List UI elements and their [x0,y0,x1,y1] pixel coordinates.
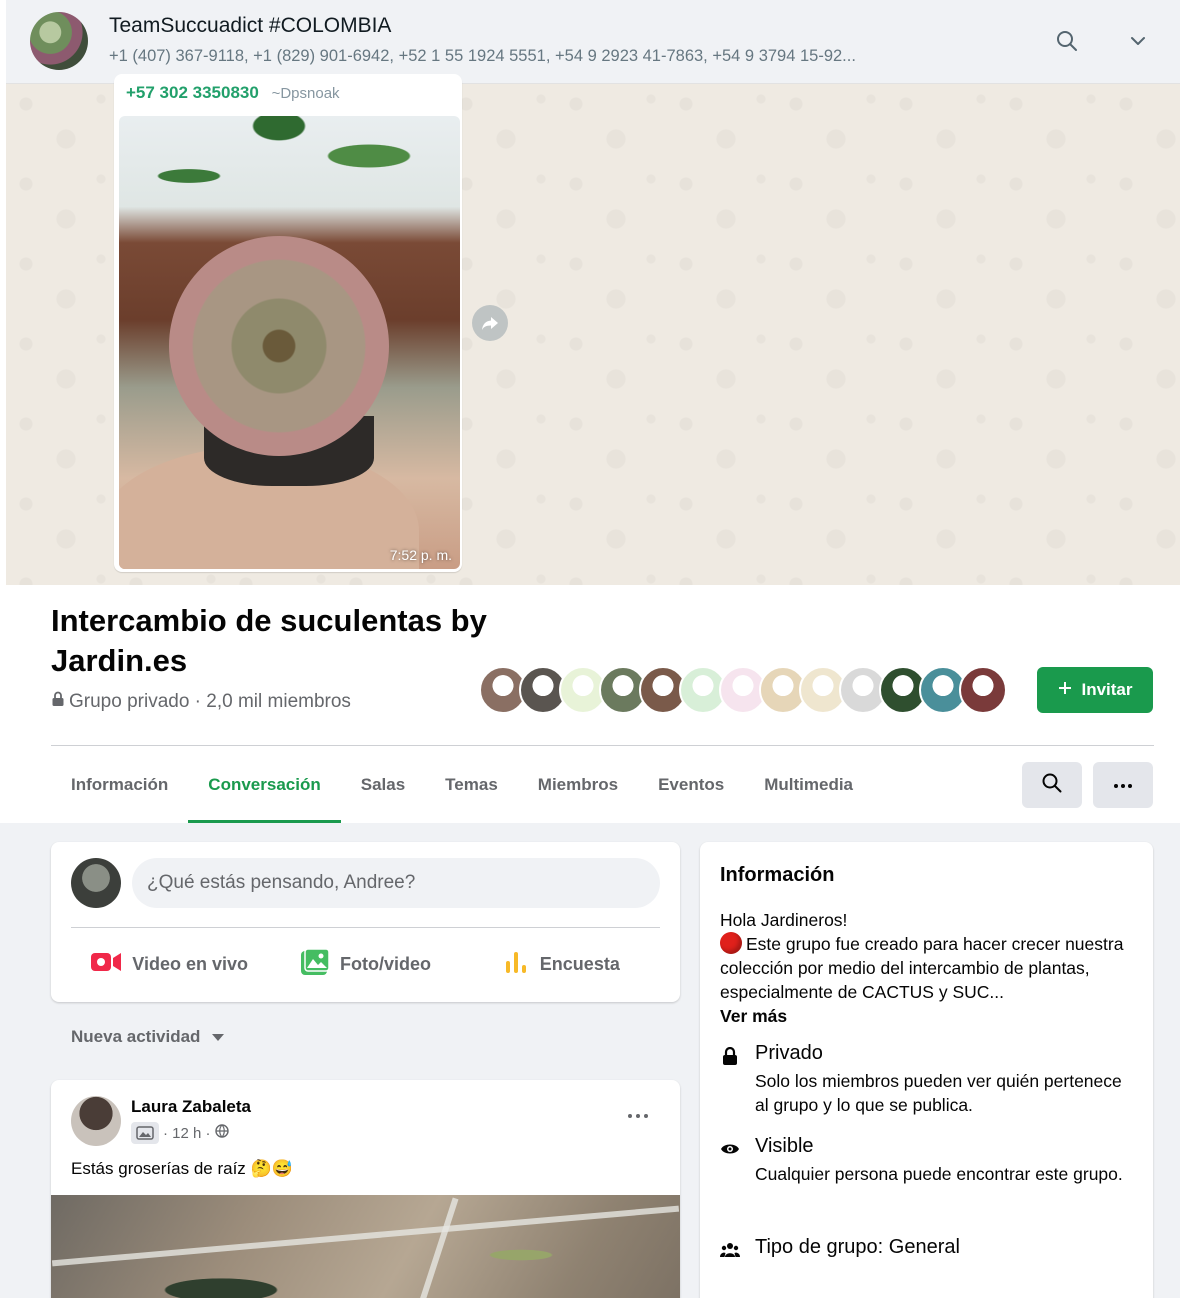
composer-input[interactable]: ¿Qué estás pensando, Andree? [132,858,660,908]
see-more-link[interactable]: Ver más [720,1004,1140,1028]
search-button[interactable] [1022,762,1082,808]
post-time[interactable]: · 12 h · [163,1125,211,1142]
post-author-avatar[interactable] [71,1096,121,1146]
visible-description: Cualquier persona puede encontrar este g… [755,1164,1123,1184]
photo-video-button[interactable]: Foto/video [267,938,463,990]
search-icon[interactable] [1052,26,1082,56]
member-avatars[interactable] [479,666,1007,714]
people-icon [720,1240,740,1260]
group-tabs: Información Conversación Salas Temas Miembro… [51,746,873,823]
audience-globe-icon [214,1124,229,1142]
group-avatar[interactable] [30,12,88,70]
group-header: Intercambio de suculentas by Jardin.es G… [0,585,1180,823]
private-description: Solo los miembros pueden ver quién perte… [755,1071,1122,1115]
group-type-info: Tipo de grupo: General [720,1236,1140,1259]
about-text: Este grupo fue creado para hacer crecer … [720,934,1124,1002]
visible-title: Visible [755,1135,814,1157]
group-privacy-meta: Grupo privado · 2,0 mil miembros [51,691,351,713]
photo-video-label: Foto/video [339,953,431,974]
more-options-button[interactable] [1093,762,1153,808]
post-text: Estás groserías de raíz 🤔😅 [71,1159,293,1178]
participants-list: +1 (407) 367-9118, +1 (829) 901-6942, +5… [109,47,856,65]
message-sender: +57 302 3350830 ~Dpsnoak [126,83,340,103]
chat-header[interactable]: TeamSuccuadict #COLOMBIA +1 (407) 367-91… [6,0,1180,84]
poll-label: Encuesta [539,953,620,974]
search-icon [1041,772,1063,799]
image-grout-line [51,1205,680,1267]
message-bubble[interactable]: +57 302 3350830 ~Dpsnoak 7:52 p. m. [114,74,462,572]
about-description: Hola Jardineros! Este grupo fue creado p… [720,908,1140,1028]
tab-temas[interactable]: Temas [425,746,518,823]
caret-down-icon [212,1027,225,1047]
composer-divider [71,927,660,928]
tab-multimedia[interactable]: Multimedia [744,746,873,823]
chevron-down-icon[interactable] [1123,26,1153,56]
tab-conversacion[interactable]: Conversación [188,746,342,823]
red-circle-icon [720,932,742,954]
group-name[interactable]: TeamSuccuadict #COLOMBIA [109,14,391,38]
invite-button[interactable]: Invitar [1037,667,1153,713]
group-content: ¿Qué estás pensando, Andree? Video en vi… [0,823,1180,1298]
post-author-name[interactable]: Laura Zabaleta [131,1097,251,1117]
post-options-icon[interactable] [621,1104,655,1128]
poll-button[interactable]: Encuesta [464,938,660,990]
privacy-text[interactable]: Grupo privado · 2,0 mil miembros [69,691,351,713]
facebook-group-page: Intercambio de suculentas by Jardin.es G… [0,585,1180,1298]
user-avatar[interactable] [71,858,121,908]
photo-succulent [169,236,389,456]
group-type: Tipo de grupo: General [755,1236,960,1258]
lock-icon [720,1046,740,1066]
tab-eventos[interactable]: Eventos [638,746,744,823]
group-about-card: Información Hola Jardineros! Este grupo … [700,842,1153,1298]
photo-plants [119,116,460,226]
about-greeting: Hola Jardineros! [720,910,848,930]
chat-background: +57 302 3350830 ~Dpsnoak 7:52 p. m. [6,74,1180,585]
message-photo[interactable]: 7:52 p. m. [119,116,460,569]
tab-informacion[interactable]: Información [51,746,188,823]
video-camera-icon [90,950,122,979]
photo-icon [300,947,330,981]
whatsapp-chat-window: TeamSuccuadict #COLOMBIA +1 (407) 367-91… [6,0,1180,585]
lock-icon [51,691,65,713]
private-title: Privado [755,1042,823,1064]
visibility-info: Visible Cualquier persona puede encontra… [720,1135,1140,1186]
invite-label: Invitar [1081,680,1133,699]
plus-icon [1057,680,1073,701]
more-icon [1113,776,1133,794]
tab-salas[interactable]: Salas [341,746,425,823]
post-image[interactable] [51,1195,680,1298]
photo-badge-icon [131,1122,159,1144]
sender-alias: ~Dpsnoak [271,85,340,102]
post-meta: · 12 h · [131,1122,229,1144]
sender-number[interactable]: +57 302 3350830 [126,83,259,102]
message-time: 7:52 p. m. [389,547,452,563]
sort-label: Nueva actividad [71,1027,201,1046]
member-avatar[interactable] [959,666,1007,714]
post-composer: ¿Qué estás pensando, Andree? Video en vi… [51,842,680,1002]
about-heading: Información [720,864,835,886]
poll-icon [504,949,530,980]
privacy-info: Privado Solo los miembros pueden ver qui… [720,1042,1140,1117]
image-grout-line [409,1197,459,1298]
composer-actions: Video en vivo Foto/video Encuesta [71,938,660,990]
forward-icon[interactable] [472,305,508,341]
feed-post: Laura Zabaleta · 12 h · Estás groserías … [51,1080,680,1298]
tab-miembros[interactable]: Miembros [518,746,638,823]
feed-sort-dropdown[interactable]: Nueva actividad [71,1027,225,1047]
eye-icon [720,1139,740,1159]
live-video-label: Video en vivo [132,953,249,974]
live-video-button[interactable]: Video en vivo [71,938,267,990]
